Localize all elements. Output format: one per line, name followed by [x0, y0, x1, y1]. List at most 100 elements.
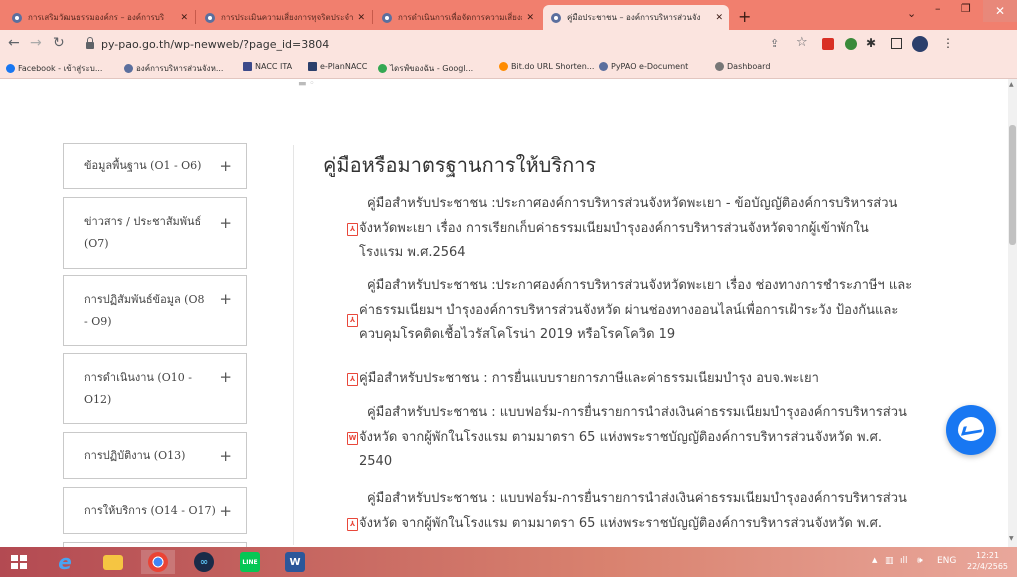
new-tab-button[interactable]: + — [738, 7, 751, 26]
tab-4-active[interactable]: คู่มือประชาชน – องค์การบริหารส่วนจัง ✕ — [543, 5, 729, 30]
close-icon[interactable]: ✕ — [526, 13, 534, 23]
plus-icon[interactable]: + — [219, 155, 232, 177]
google-drive-icon — [378, 64, 387, 73]
bookmark-label: Facebook - เข้าสู่ระบ... — [18, 64, 103, 73]
home-icon — [308, 62, 317, 71]
window-close-icon[interactable]: ✕ — [983, 0, 1017, 22]
pdf-file-icon[interactable]: ⅄ — [347, 518, 358, 531]
lock-icon — [86, 37, 94, 49]
tray-app-icon[interactable]: ▥ — [885, 556, 894, 566]
restore-icon[interactable]: ❐ — [961, 2, 971, 15]
bookmark-label: PyPAO e-Document — [611, 62, 689, 71]
internet-explorer-icon[interactable]: e — [48, 550, 82, 574]
volume-icon[interactable]: 🕪 — [917, 556, 923, 566]
bookmark-nacc-ita[interactable]: NACC ITA — [243, 62, 292, 71]
browser-toolbar: ← → ↻ py-pao.go.th/wp-newweb/?page_id=38… — [0, 30, 1017, 58]
bookmark-e-plannacc[interactable]: e-PlanNACC — [308, 62, 367, 71]
sidebar-item-label: การปฏิสัมพันธ์ข้อมูล (O8 - O9) — [84, 292, 205, 328]
tab-3[interactable]: การดำเนินการเพื่อจัดการความเสี่ยงการ ✕ — [374, 5, 540, 30]
tab-title: คู่มือประชาชน – องค์การบริหารส่วนจัง — [567, 13, 701, 22]
bookmark-pao[interactable]: องค์การบริหารส่วนจังห... — [124, 62, 223, 75]
tab-search-chevron-icon[interactable]: ⌄ — [907, 7, 916, 20]
close-icon[interactable]: ✕ — [715, 13, 723, 23]
nacc-icon — [243, 62, 252, 71]
document-link[interactable]: คู่มือสำหรับประชาชน : การยื่นแบบรายการภา… — [345, 367, 955, 392]
plus-icon[interactable]: + — [219, 288, 232, 310]
close-icon[interactable]: ✕ — [180, 13, 188, 23]
page-title: คู่มือหรือมาตรฐานการให้บริการ — [323, 153, 597, 177]
bookmark-pypao-edocument[interactable]: PyPAO e-Document — [599, 62, 688, 71]
back-arrow-icon[interactable]: ← — [8, 35, 20, 51]
site-favicon-icon — [551, 12, 561, 23]
plus-icon[interactable]: + — [219, 445, 232, 467]
tab-separator — [372, 10, 373, 24]
bookmark-facebook[interactable]: Facebook - เข้าสู่ระบ... — [6, 62, 102, 75]
windows-start-icon[interactable] — [11, 555, 27, 569]
share-icon[interactable]: ⇪ — [770, 37, 779, 50]
bookmark-bitdo[interactable]: Bit.do URL Shorten... — [499, 62, 594, 71]
tab-title: การประเมินความเสี่ยงการทุจริตประจำปี — [221, 13, 354, 22]
file-explorer-icon[interactable] — [96, 550, 130, 574]
network-signal-icon[interactable]: ıll — [900, 556, 908, 566]
sidebar-item-interaction[interactable]: การปฏิสัมพันธ์ข้อมูล (O8 - O9) + — [63, 275, 247, 346]
messenger-chat-icon[interactable] — [946, 405, 996, 455]
sidebar-item-label: การให้บริการ (O14 - O17) — [84, 503, 216, 517]
word-app-icon[interactable]: W — [278, 550, 312, 574]
url-text[interactable]: py-pao.go.th/wp-newweb/?page_id=3804 — [101, 38, 329, 51]
extension-icon[interactable] — [845, 38, 857, 50]
scroll-down-arrow-icon[interactable]: ▼ — [1009, 535, 1014, 542]
extensions-puzzle-icon[interactable]: ✱ — [866, 36, 876, 50]
forward-arrow-icon[interactable]: → — [30, 35, 42, 51]
bookmark-google-drive[interactable]: ไดรฟ์ของฉัน - Googl... — [378, 62, 473, 75]
sidebar-item-label: ข้อมูลพื้นฐาน (O1 - O6) — [84, 159, 202, 172]
site-favicon-icon — [382, 12, 392, 23]
page-scrollbar[interactable]: ▲ ▼ — [1008, 79, 1017, 547]
bookmark-label: NACC ITA — [255, 62, 293, 71]
scroll-up-arrow-icon[interactable]: ▲ — [1009, 81, 1014, 88]
tray-chevron-icon[interactable]: ▲ — [872, 556, 877, 564]
line-app-icon[interactable]: LINE — [233, 550, 267, 574]
tab-1[interactable]: การเสริมวัฒนธรรมองค์กร – องค์การบริ ✕ — [4, 5, 194, 30]
site-favicon-icon — [205, 12, 215, 23]
document-link[interactable]: คู่มือสำหรับประชาชน : แบบฟอร์ม-การยื่นรา… — [345, 487, 955, 536]
chrome-icon[interactable] — [141, 550, 175, 574]
side-panel-icon[interactable] — [891, 38, 902, 49]
scroll-thumb[interactable] — [1009, 125, 1016, 245]
page-content: ▬ ◦ ข้อมูลพื้นฐาน (O1 - O6) + ข่าวสาร / … — [0, 79, 1008, 547]
profile-avatar-icon[interactable] — [912, 36, 928, 52]
bookmark-dashboard[interactable]: Dashboard — [715, 62, 770, 71]
tab-separator — [195, 10, 196, 24]
minimize-icon[interactable]: – — [935, 2, 941, 15]
document-link[interactable]: คู่มือสำหรับประชาชน :ประกาศองค์การบริหาร… — [345, 274, 955, 348]
sidebar-item-label: ข่าวสาร / ประชาสัมพันธ์ (O7) — [84, 215, 202, 250]
reload-icon[interactable]: ↻ — [53, 35, 65, 51]
star-icon[interactable]: ☆ — [796, 35, 808, 50]
partial-header-decoration: ▬ ◦ — [298, 79, 315, 89]
pdf-file-icon[interactable]: ⅄ — [347, 223, 358, 236]
plus-icon[interactable]: + — [219, 366, 232, 388]
windows-taskbar: e ∞ LINE W ▲ ▥ ıll 🕪 ENG 12:21 22/4/2565 — [0, 547, 1017, 577]
plus-icon[interactable]: + — [219, 212, 232, 234]
sidebar-item-news[interactable]: ข่าวสาร / ประชาสัมพันธ์ (O7) + — [63, 197, 247, 269]
acrobat-extension-icon[interactable] — [822, 38, 834, 50]
bitdo-icon — [499, 62, 508, 71]
sidebar-item-services[interactable]: การให้บริการ (O14 - O17) + — [63, 487, 247, 534]
document-link[interactable]: คู่มือสำหรับประชาชน : แบบฟอร์ม-การยื่นรา… — [345, 401, 955, 475]
sidebar-item-performance[interactable]: การปฏิบัติงาน (O13) + — [63, 432, 247, 479]
sidebar-item-operation[interactable]: การดำเนินงาน (O10 - O12) + — [63, 353, 247, 424]
facebook-icon — [6, 64, 15, 73]
system-clock[interactable]: 12:21 22/4/2565 — [967, 550, 1008, 572]
sidebar-item-basic-info[interactable]: ข้อมูลพื้นฐาน (O1 - O6) + — [63, 143, 247, 189]
pdf-file-icon[interactable]: ⅄ — [347, 314, 358, 327]
word-file-icon[interactable]: W — [347, 432, 358, 445]
address-bar[interactable]: py-pao.go.th/wp-newweb/?page_id=3804 — [86, 34, 746, 54]
plus-icon[interactable]: + — [219, 500, 232, 522]
document-link[interactable]: คู่มือสำหรับประชาชน :ประกาศองค์การบริหาร… — [345, 192, 955, 266]
webex-icon[interactable]: ∞ — [187, 550, 221, 574]
clock-time: 12:21 — [975, 551, 1000, 560]
tab-2[interactable]: การประเมินความเสี่ยงการทุจริตประจำปี ✕ — [197, 5, 371, 30]
language-indicator[interactable]: ENG — [937, 556, 956, 566]
menu-kebab-icon[interactable]: ⋮ — [942, 36, 954, 50]
close-icon[interactable]: ✕ — [357, 13, 365, 23]
pdf-file-icon[interactable]: ⅄ — [347, 373, 358, 386]
